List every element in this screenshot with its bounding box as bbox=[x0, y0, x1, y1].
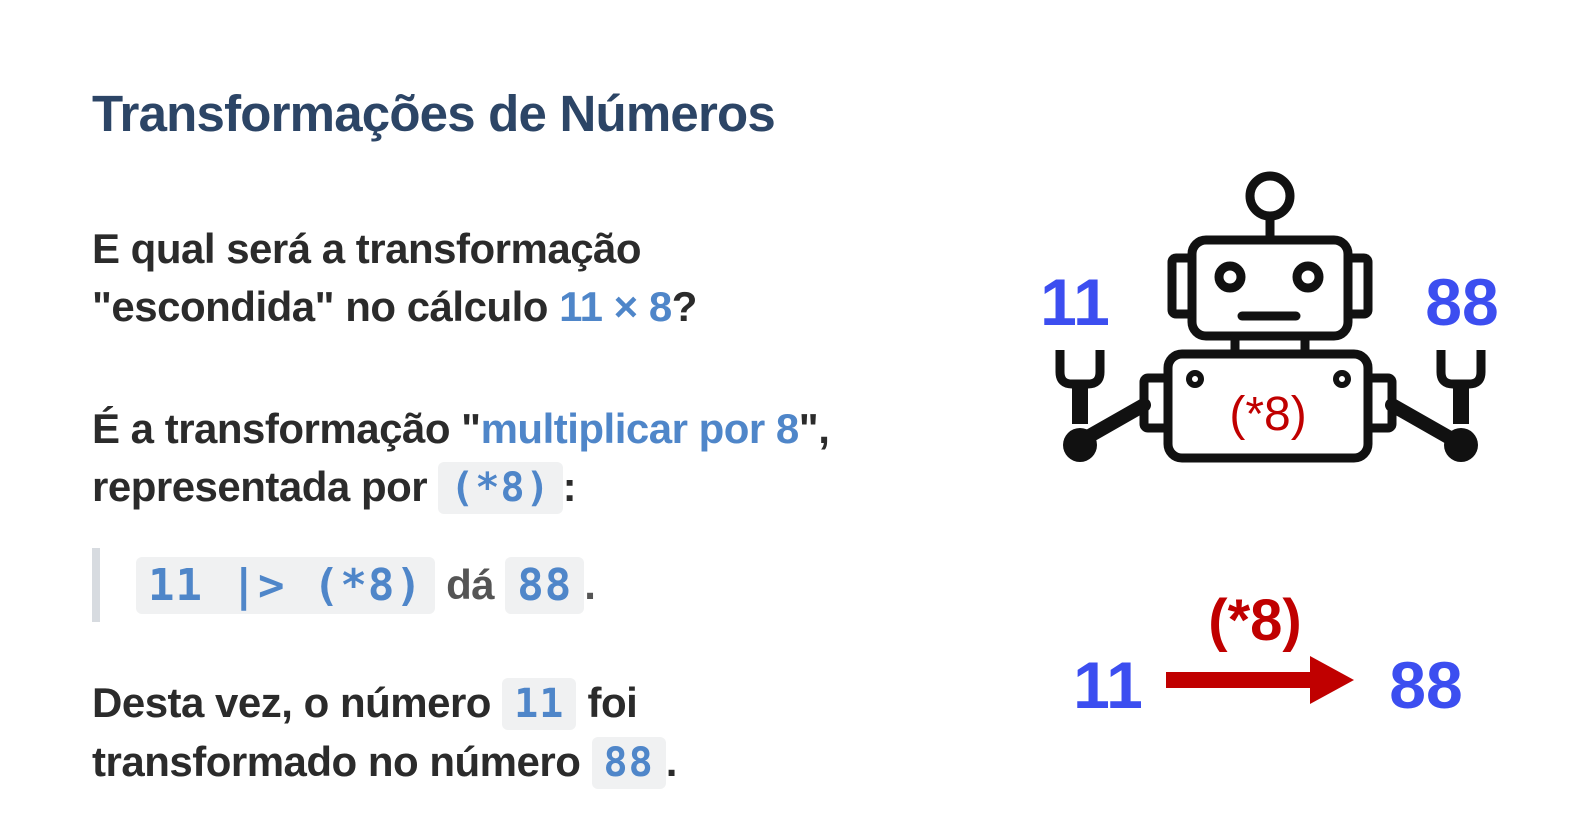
robot-operation-label: (*8) bbox=[1229, 388, 1306, 441]
answer-line-2-end: : bbox=[562, 463, 577, 510]
arrow-operation-label: (*8) bbox=[1208, 588, 1301, 653]
quote-period: . bbox=[584, 561, 596, 608]
input-number-code: 11 bbox=[502, 678, 577, 730]
robot-head-icon bbox=[1187, 235, 1353, 341]
answer-line-1-end: ", bbox=[798, 405, 830, 452]
answer-paragraph: É a transformação "multiplicar por 8", r… bbox=[92, 400, 830, 517]
page-title: Transformações de Números bbox=[92, 85, 776, 142]
conclusion-line-2-text: transformado no número bbox=[92, 738, 592, 785]
example-blockquote: 11 |> (*8) dá 88. bbox=[92, 548, 596, 622]
question-line-1: E qual será a transformação bbox=[92, 225, 642, 272]
transformation-name-highlight: multiplicar por 8 bbox=[480, 405, 800, 452]
conclusion-line-1-end: foi bbox=[576, 679, 638, 726]
output-number-code: 88 bbox=[591, 737, 666, 789]
arrow-output-number: 88 bbox=[1389, 648, 1462, 722]
conclusion-paragraph: Desta vez, o número 11 foi transformado … bbox=[92, 674, 677, 792]
robot-illustration: 11 88 (*8) bbox=[1040, 171, 1499, 463]
slide: Transformações de Números E qual será a … bbox=[0, 0, 1588, 834]
question-mark: ? bbox=[671, 283, 698, 330]
question-paragraph: E qual será a transformação "escondida" … bbox=[92, 220, 697, 336]
result-code: 88 bbox=[505, 556, 585, 614]
robot-antenna-icon bbox=[1245, 171, 1295, 221]
answer-line-2-text: representada por bbox=[92, 463, 439, 510]
conclusion-period: . bbox=[665, 738, 678, 785]
transformation-code: (*8) bbox=[438, 462, 563, 514]
answer-line-1-text: É a transformação " bbox=[92, 405, 481, 452]
conclusion-line-1-text: Desta vez, o número bbox=[92, 679, 503, 726]
question-line-2-text: "escondida" no cálculo bbox=[92, 283, 560, 330]
calculation-highlight: 11 × 8 bbox=[559, 283, 672, 330]
robot-input-number: 11 bbox=[1040, 265, 1110, 339]
arrow-input-number: 11 bbox=[1073, 648, 1143, 722]
right-arrow-icon bbox=[1166, 656, 1354, 704]
arrow-diagram: 11 (*8) 88 bbox=[1073, 588, 1463, 722]
robot-output-number: 88 bbox=[1425, 265, 1498, 339]
pipe-expression-code: 11 |> (*8) bbox=[136, 556, 435, 614]
quote-connector: dá bbox=[434, 561, 506, 608]
